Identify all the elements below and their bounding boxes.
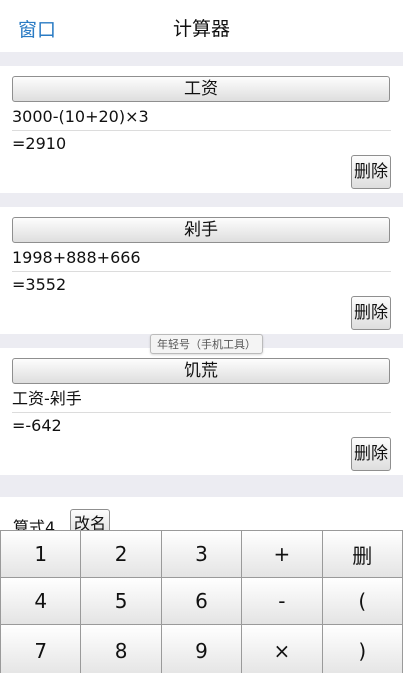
formula-name-button[interactable]: 工资 <box>12 76 390 102</box>
formula-name-button[interactable]: 饥荒 <box>12 358 390 384</box>
key-1[interactable]: 1 <box>1 531 81 577</box>
formula-expression[interactable]: 1998+888+666 <box>12 247 391 272</box>
formula-expression[interactable]: 工资-剁手 <box>12 388 391 413</box>
delete-button[interactable]: 删除 <box>351 437 391 471</box>
key-plus[interactable]: + <box>242 531 322 577</box>
keypad: 1 2 3 + 删 4 5 6 - ( 7 8 9 × ) <box>0 530 403 673</box>
delete-button[interactable]: 删除 <box>351 296 391 330</box>
divider <box>0 193 403 207</box>
key-6[interactable]: 6 <box>161 578 242 624</box>
formula-name-button[interactable]: 剁手 <box>12 217 390 243</box>
formula-expression[interactable]: 3000-(10+20)×3 <box>12 106 391 131</box>
formula-result: =2910 <box>12 134 67 153</box>
key-close-paren[interactable]: ) <box>322 625 402 673</box>
divider <box>0 475 403 497</box>
app-header: 窗口 计算器 <box>0 0 403 52</box>
formula-card: 剁手 1998+888+666 =3552 删除 <box>0 207 403 334</box>
key-3[interactable]: 3 <box>161 531 242 577</box>
key-4[interactable]: 4 <box>1 578 81 624</box>
divider <box>0 52 403 66</box>
formula-result: =3552 <box>12 275 67 294</box>
key-2[interactable]: 2 <box>81 531 161 577</box>
formula-card: 饥荒 工资-剁手 =-642 删除 <box>0 348 403 475</box>
page-title: 计算器 <box>172 18 230 40</box>
key-multiply[interactable]: × <box>242 625 322 673</box>
delete-button[interactable]: 删除 <box>351 155 391 189</box>
formula-card: 工资 3000-(10+20)×3 =2910 删除 <box>0 66 403 193</box>
key-open-paren[interactable]: ( <box>322 578 402 624</box>
key-5[interactable]: 5 <box>81 578 161 624</box>
toast-message: 年轻号（手机工具） <box>150 334 263 354</box>
key-9[interactable]: 9 <box>161 625 242 673</box>
key-7[interactable]: 7 <box>1 625 81 673</box>
key-8[interactable]: 8 <box>81 625 161 673</box>
key-minus[interactable]: - <box>242 578 322 624</box>
formula-result: =-642 <box>12 416 62 435</box>
key-delete[interactable]: 删 <box>322 531 402 577</box>
